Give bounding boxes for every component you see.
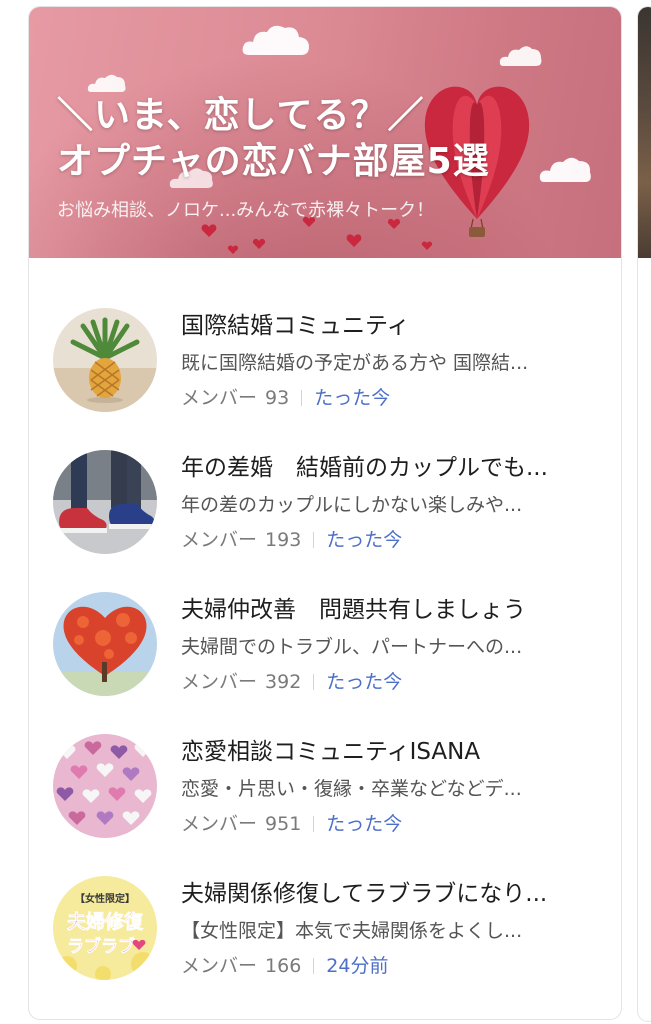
meta-divider: [301, 390, 303, 406]
room-meta: メンバー 166 24分前: [181, 952, 388, 980]
room-description: 恋愛・片思い・復縁・卒業などなどデ...: [181, 778, 522, 800]
women-only-badge-image: 【女性限定】 夫婦修復 ラブラブ: [53, 876, 157, 980]
member-count: 951: [265, 813, 302, 835]
room-meta: メンバー 951 たった今: [181, 810, 402, 838]
room-meta: メンバー 193 たった今: [181, 526, 402, 554]
last-active-time: たった今: [314, 387, 391, 409]
room-title: 夫婦関係修復してラブラブになり...: [181, 881, 548, 907]
pineapple-image: [53, 308, 157, 412]
banner-title-line-1: ＼いま、恋してる？／: [57, 95, 425, 136]
member-count: 193: [265, 529, 302, 551]
last-active-time: たった今: [326, 813, 403, 835]
room-list-item[interactable]: 国際結婚コミュニティ 既に国際結婚の予定がある方や 国際結... メンバー 93…: [29, 300, 621, 430]
room-title: 恋愛相談コミュニティISANA: [181, 739, 481, 765]
room-title: 年の差婚 結婚前のカップルでも...: [181, 455, 548, 481]
member-label: メンバー: [181, 529, 258, 551]
banner-title: ＼いま、恋してる？／ オプチャの恋バナ部屋5選: [57, 93, 490, 185]
meta-divider: [313, 958, 315, 974]
room-list-item[interactable]: 夫婦仲改善 問題共有しましょう 夫婦間でのトラブル、パートナーへの... メンバ…: [29, 584, 621, 714]
room-list-item[interactable]: 恋愛相談コミュニティISANA 恋愛・片思い・復縁・卒業などなどデ... メンバ…: [29, 726, 621, 856]
featured-collection-card[interactable]: ＼いま、恋してる？／ オプチャの恋バナ部屋5選 お悩み相談、ノロケ...みんなで…: [28, 6, 622, 1020]
member-label: メンバー: [181, 671, 258, 693]
room-description: 年の差のカップルにしかない楽しみや...: [181, 494, 523, 516]
member-count: 93: [265, 387, 290, 409]
cloud-icon: [241, 21, 311, 57]
last-active-time: たった今: [326, 529, 403, 551]
last-active-time: たった今: [326, 671, 403, 693]
next-collection-card-peek[interactable]: [637, 6, 651, 1022]
room-meta: メンバー 392 たった今: [181, 668, 402, 696]
room-title: 夫婦仲改善 問題共有しましょう: [181, 597, 526, 623]
banner-title-line-2: オプチャの恋バナ部屋5選: [57, 141, 490, 182]
cloud-icon: [539, 153, 593, 183]
member-label: メンバー: [181, 813, 258, 835]
cloud-icon: [499, 43, 543, 67]
room-meta: メンバー 93 たった今: [181, 384, 390, 412]
banner-subtitle: お悩み相談、ノロケ...みんなで赤裸々トーク！: [57, 200, 435, 221]
badge-line-2: 夫婦修復: [67, 910, 144, 933]
next-card-image: [638, 7, 651, 258]
collection-banner[interactable]: ＼いま、恋してる？／ オプチャの恋バナ部屋5選 お悩み相談、ノロケ...みんなで…: [29, 7, 621, 258]
member-count: 166: [265, 955, 302, 977]
badge-line-3: ラブラブ: [67, 936, 135, 957]
member-label: メンバー: [181, 955, 258, 977]
room-list-item[interactable]: 年の差婚 結婚前のカップルでも... 年の差のカップルにしかない楽しみや... …: [29, 442, 621, 572]
meta-divider: [313, 532, 315, 548]
cloud-icon: [87, 71, 127, 93]
meta-divider: [313, 674, 315, 690]
badge-line-1: 【女性限定】: [75, 892, 135, 905]
member-count: 392: [265, 671, 302, 693]
heart-tree-image: [53, 592, 157, 696]
meta-divider: [313, 816, 315, 832]
room-description: 夫婦間でのトラブル、パートナーへの...: [181, 636, 523, 658]
heart-candies-image: [53, 734, 157, 838]
room-list-item[interactable]: 【女性限定】 夫婦修復 ラブラブ 夫婦関係修復してラブラブになり... 【女性限…: [29, 868, 621, 998]
member-label: メンバー: [181, 387, 258, 409]
room-description: 既に国際結婚の予定がある方や 国際結...: [181, 352, 529, 374]
couple-shoes-image: [53, 450, 157, 554]
room-description: 【女性限定】本気で夫婦関係をよくし...: [181, 920, 523, 942]
room-title: 国際結婚コミュニティ: [181, 313, 410, 339]
last-active-time: 24分前: [326, 955, 389, 977]
